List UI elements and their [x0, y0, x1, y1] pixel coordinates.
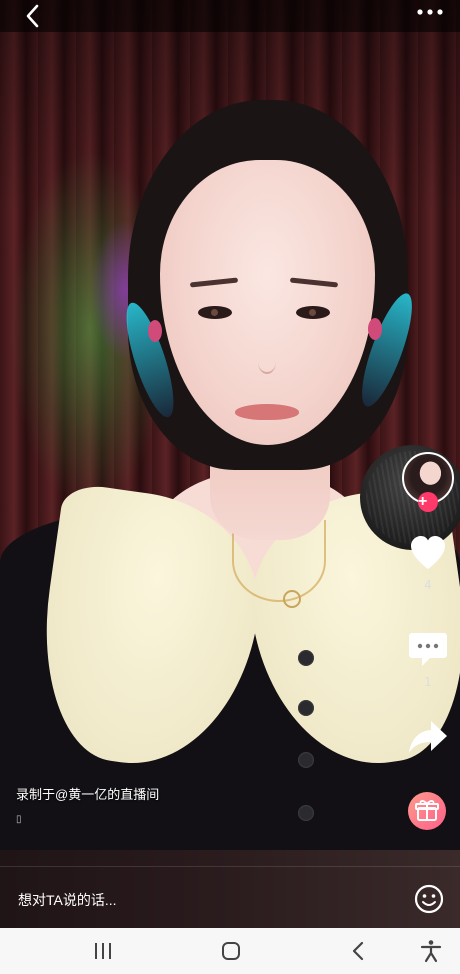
lips-shape	[235, 404, 299, 420]
creator-avatar-button[interactable]: +	[402, 452, 454, 512]
accessibility-button[interactable]	[418, 938, 444, 964]
dress-button	[298, 700, 314, 716]
more-button[interactable]	[412, 0, 448, 28]
back-icon	[352, 941, 364, 961]
eye-right	[296, 306, 330, 319]
comment-bar	[0, 850, 460, 928]
dress-button	[298, 650, 314, 666]
chevron-left-icon	[26, 4, 39, 28]
top-bar	[0, 0, 460, 32]
video-caption: 录制于@黄一亿的直播间	[16, 787, 160, 802]
comment-bubble-icon	[409, 633, 447, 666]
comment-count: 1	[424, 675, 432, 689]
pendant	[283, 590, 301, 608]
share-arrow-icon	[409, 721, 447, 753]
accessibility-icon	[420, 940, 442, 963]
like-button[interactable]: 4	[400, 535, 456, 592]
like-count: 4	[424, 578, 432, 592]
earring-right	[368, 318, 382, 340]
system-back-button[interactable]	[346, 938, 372, 964]
emoji-button[interactable]	[413, 883, 445, 915]
comment-divider	[0, 866, 460, 867]
eye-left	[198, 306, 232, 319]
share-button[interactable]	[400, 718, 456, 761]
heart-icon	[411, 536, 445, 569]
recents-icon	[95, 943, 111, 959]
gift-icon	[415, 800, 439, 821]
more-horizontal-icon	[417, 9, 443, 15]
comment-input[interactable]: 想对TA说的话...	[18, 890, 117, 910]
earring-left	[148, 320, 162, 342]
nose-shape	[258, 350, 276, 374]
dress-button	[298, 752, 314, 768]
home-icon	[222, 942, 240, 960]
screen: + 4 1 录制于@黄一亿的直播间 ▯ 想对TA说的话...	[0, 0, 460, 974]
home-button[interactable]	[218, 938, 244, 964]
comment-button[interactable]: 1	[400, 630, 456, 689]
emoji-icon	[414, 884, 444, 914]
follow-button[interactable]: +	[418, 492, 438, 512]
caption-marker: ▯	[16, 814, 22, 825]
gift-button[interactable]	[408, 792, 446, 830]
system-nav-bar	[0, 928, 460, 974]
video-player[interactable]	[0, 0, 460, 850]
dress-button	[298, 805, 314, 821]
recents-button[interactable]	[90, 938, 116, 964]
back-button[interactable]	[20, 2, 48, 30]
